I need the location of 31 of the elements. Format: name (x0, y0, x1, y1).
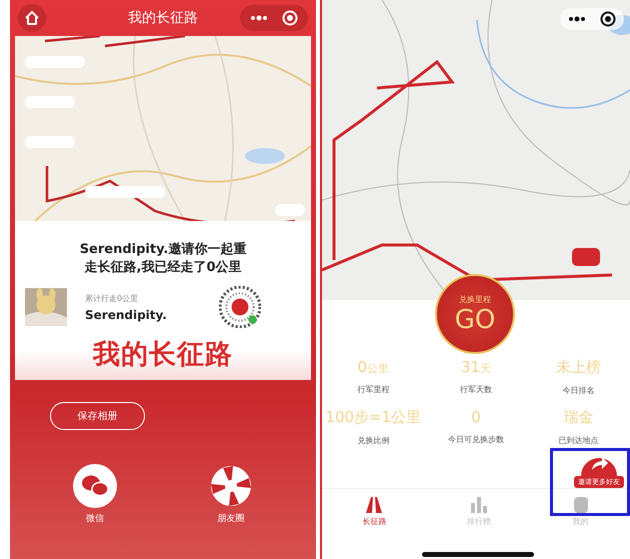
home-icon[interactable] (18, 4, 46, 32)
stat-label: 兑换比例 (357, 435, 390, 446)
tab[interactable]: 长征路 (362, 497, 386, 527)
stat-label: 今日可兑换步数 (448, 434, 504, 445)
stat-value: 未上榜 (556, 358, 602, 377)
user-name: Serendipity. (85, 308, 168, 322)
close-icon[interactable] (600, 11, 616, 27)
share-target-label: 微信 (86, 512, 104, 526)
stat-value: 31天 (460, 358, 492, 376)
stat-label: 已到达地点 (558, 435, 599, 446)
stat-value: 100步=1公里 (325, 408, 422, 427)
go-button[interactable]: 兑换里程 GO (435, 274, 515, 354)
road-icon (365, 497, 384, 513)
stat-label: 行军天数 (460, 384, 492, 395)
qr-code-icon (219, 286, 261, 328)
chat-bubbles-icon[interactable] (73, 464, 117, 508)
bar-chart-icon (470, 497, 488, 513)
screen-title: 我的长征路 (128, 9, 198, 27)
distance-caption: 累计行走0公里 (85, 292, 140, 304)
save-button[interactable]: 保存相册 (50, 402, 145, 430)
invite-message: Serendipity.邀请你一起重走长征路,我已经走了0公里 (78, 241, 248, 276)
stat-value: 0公里 (358, 358, 390, 376)
stat-value: 瑞金 (564, 408, 594, 427)
stat-value: 0 (471, 408, 481, 426)
more-icon[interactable] (568, 16, 586, 22)
stat-label: 行军里程 (357, 384, 390, 395)
banner-title: 我的长征路 (93, 338, 233, 372)
aperture-icon[interactable] (209, 464, 253, 508)
stat-label: 今日排名 (562, 385, 595, 396)
capsule-menu[interactable] (560, 8, 624, 30)
share-target-label: 朋友圈 (218, 512, 244, 526)
